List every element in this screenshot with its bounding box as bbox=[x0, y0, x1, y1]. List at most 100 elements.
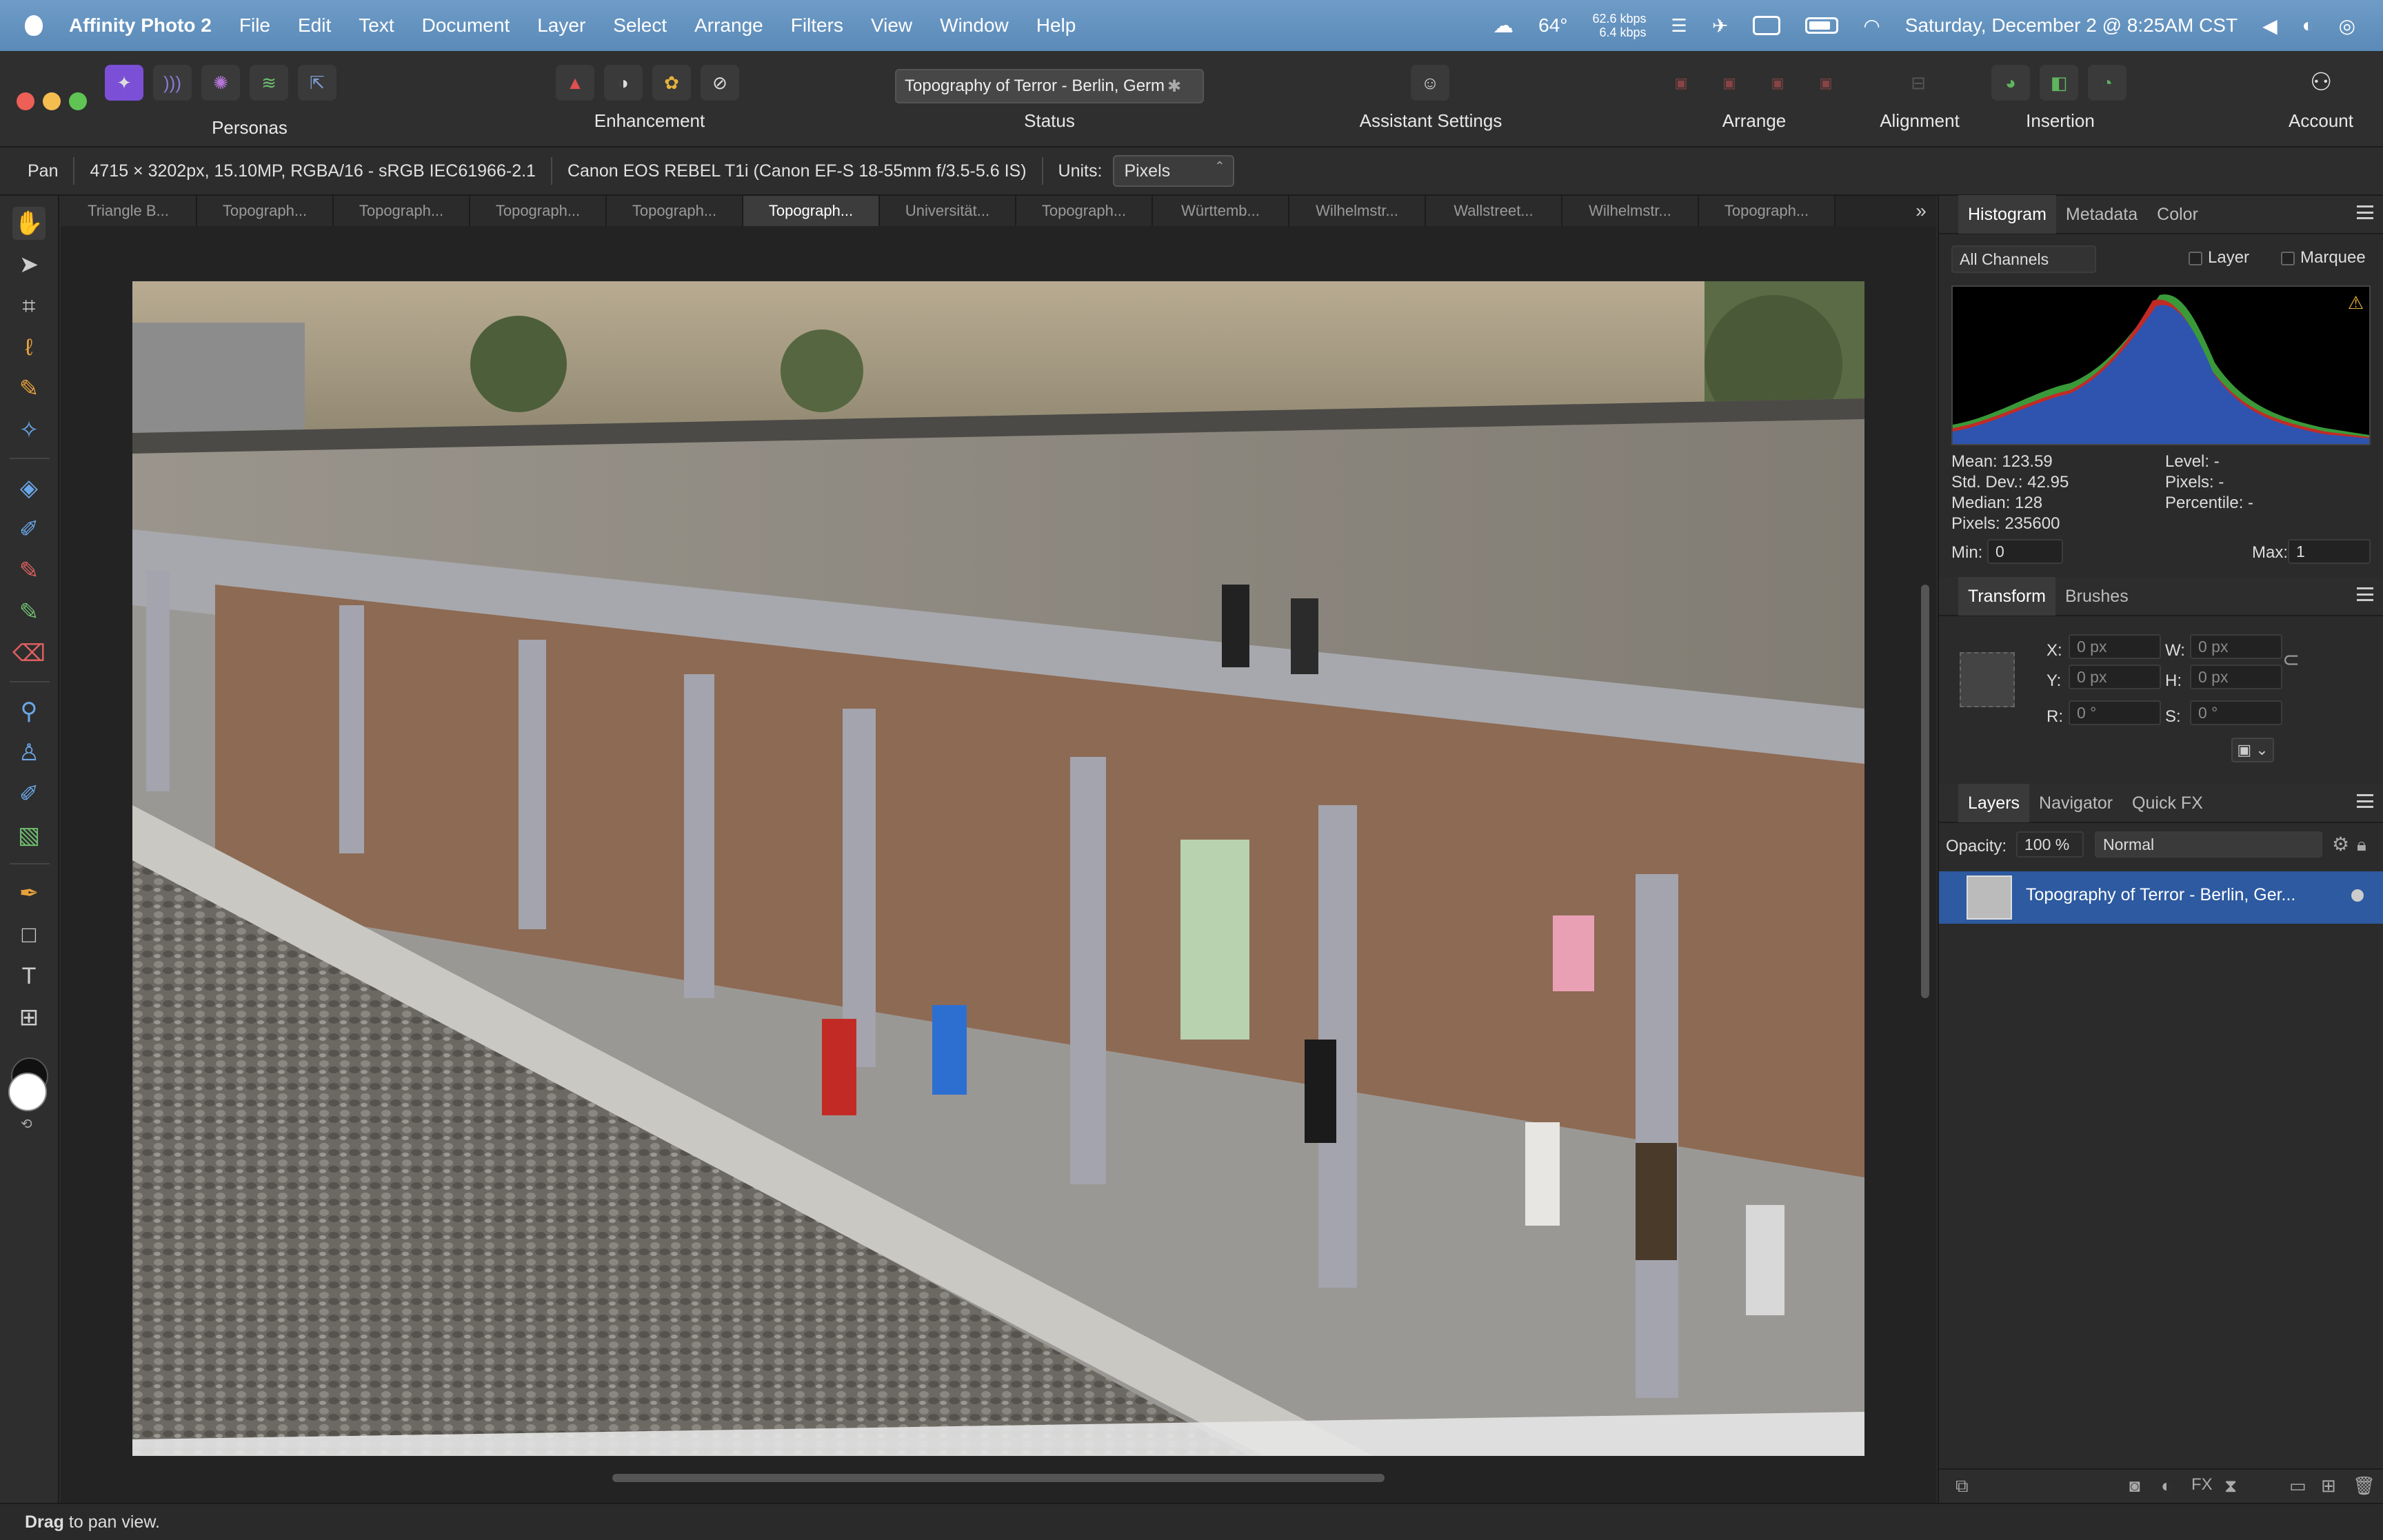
doc-tab-active[interactable]: Topograph... bbox=[743, 196, 880, 226]
panel-menu-icon[interactable] bbox=[2357, 205, 2373, 219]
primary-color-swatch[interactable] bbox=[8, 1073, 47, 1111]
max-field[interactable]: 1 bbox=[2288, 539, 2371, 564]
menu-edit[interactable]: Edit bbox=[298, 14, 331, 37]
document-photo[interactable] bbox=[132, 281, 1864, 1456]
menu-view[interactable]: View bbox=[871, 14, 912, 37]
x-field[interactable]: 0 px bbox=[2069, 634, 2161, 659]
tab-histogram[interactable]: Histogram bbox=[1958, 195, 2056, 234]
min-field[interactable]: 0 bbox=[1987, 539, 2063, 564]
doc-tab[interactable]: Topograph... bbox=[1699, 196, 1836, 226]
transform-origin-button[interactable]: ▣ ⌄ bbox=[2231, 738, 2274, 762]
fill-tool-icon[interactable]: ◈ bbox=[12, 472, 46, 505]
flood-select-icon[interactable]: ✎ bbox=[12, 372, 46, 405]
warning-icon[interactable]: ⚠ bbox=[2348, 292, 2364, 314]
crop-tool-icon[interactable]: ⌗ bbox=[12, 290, 46, 323]
y-field[interactable]: 0 px bbox=[2069, 665, 2161, 689]
clone-tool-icon[interactable]: ♙ bbox=[12, 736, 46, 769]
live-filter-icon[interactable]: FX bbox=[2191, 1475, 2213, 1495]
doc-tab[interactable]: Universität... bbox=[880, 196, 1016, 226]
eraser-tool-icon[interactable]: ⌫ bbox=[12, 637, 46, 670]
shear-field[interactable]: 0 ° bbox=[2190, 700, 2282, 725]
tab-navigator[interactable]: Navigator bbox=[2029, 784, 2122, 822]
export-persona-icon[interactable]: ⇱ bbox=[298, 65, 336, 101]
arrange-back-icon[interactable]: ▣ bbox=[1807, 65, 1845, 101]
doc-tab[interactable]: Topograph... bbox=[607, 196, 743, 226]
close-window-button[interactable] bbox=[17, 92, 34, 110]
auto-white-balance-icon[interactable]: ⊘ bbox=[701, 65, 739, 101]
swap-colors-icon[interactable]: ⟲ bbox=[21, 1115, 32, 1133]
siri-icon[interactable]: ◎ bbox=[2339, 14, 2355, 37]
menu-layer[interactable]: Layer bbox=[537, 14, 585, 37]
menu-document[interactable]: Document bbox=[422, 14, 510, 37]
pen-tool-icon[interactable]: ✒ bbox=[12, 877, 46, 910]
healing-brush-icon[interactable]: ✐ bbox=[12, 778, 46, 811]
link-aspect-icon[interactable]: ⊂ bbox=[2282, 648, 2300, 672]
horizontal-scrollbar[interactable] bbox=[612, 1474, 1385, 1482]
opacity-field[interactable]: 100 % bbox=[2016, 831, 2084, 858]
weather-icon[interactable]: ☁ bbox=[1493, 14, 1514, 38]
move-tool-icon[interactable]: ➤ bbox=[12, 248, 46, 281]
control-center-icon[interactable]: ◐ bbox=[2302, 14, 2314, 37]
layer-duplicate-icon[interactable]: ⧉ bbox=[1955, 1475, 1969, 1497]
more-tabs-icon[interactable]: » bbox=[1906, 196, 1936, 226]
gear-icon[interactable]: ⚙ bbox=[2332, 833, 2349, 855]
tab-metadata[interactable]: Metadata bbox=[2056, 195, 2147, 234]
mask-layer-icon[interactable]: ◙ bbox=[2129, 1475, 2140, 1497]
doc-tab[interactable]: Topograph... bbox=[334, 196, 470, 226]
menu-window[interactable]: Window bbox=[940, 14, 1009, 37]
brush-tool-icon[interactable]: ✐ bbox=[12, 513, 46, 546]
screen-mirror-icon[interactable] bbox=[1753, 16, 1781, 35]
arrange-backward-icon[interactable]: ▣ bbox=[1758, 65, 1797, 101]
layer-row[interactable]: Topography of Terror - Berlin, Ger... bbox=[1939, 871, 2383, 924]
magic-wand-icon[interactable]: ✧ bbox=[12, 414, 46, 447]
mesh-warp-icon[interactable]: ⊞ bbox=[12, 1001, 46, 1034]
liquify-persona-icon[interactable]: ))) bbox=[153, 65, 192, 101]
tab-quick-fx[interactable]: Quick FX bbox=[2122, 784, 2213, 822]
rectangle-tool-icon[interactable]: □ bbox=[12, 918, 46, 951]
anchor-point-selector[interactable] bbox=[1960, 652, 2015, 707]
pixel-brush-icon[interactable]: ✎ bbox=[12, 596, 46, 629]
tone-mapping-persona-icon[interactable]: ≋ bbox=[250, 65, 288, 101]
arrange-forward-icon[interactable]: ▣ bbox=[1710, 65, 1749, 101]
tab-brushes[interactable]: Brushes bbox=[2055, 577, 2138, 616]
develop-persona-icon[interactable]: ✺ bbox=[201, 65, 240, 101]
menu-filters[interactable]: Filters bbox=[791, 14, 843, 37]
add-pixel-layer-icon[interactable]: ⊞ bbox=[2321, 1475, 2336, 1497]
zoom-window-button[interactable] bbox=[69, 92, 87, 110]
menu-file[interactable]: File bbox=[239, 14, 270, 37]
menubar-clock[interactable]: Saturday, December 2 @ 8:25AM CST bbox=[1905, 14, 2238, 37]
battery-icon[interactable] bbox=[1805, 17, 1839, 34]
volume-icon[interactable]: ◀ bbox=[2262, 14, 2278, 37]
doc-tab[interactable]: Triangle B... bbox=[61, 196, 197, 226]
channel-select[interactable]: All Channels bbox=[1951, 245, 2096, 273]
layer-visibility-icon[interactable] bbox=[2351, 889, 2364, 902]
adjustment-layer-icon[interactable]: ◐ bbox=[2161, 1475, 2172, 1497]
panel-menu-icon[interactable] bbox=[2357, 587, 2373, 601]
blemish-tool-icon[interactable]: ▧ bbox=[12, 819, 46, 852]
doc-tab[interactable]: Topograph... bbox=[1016, 196, 1153, 226]
units-select[interactable]: Pixels bbox=[1113, 155, 1235, 187]
weather-temp[interactable]: 64° bbox=[1538, 14, 1567, 37]
account-icon[interactable]: ⚇ bbox=[2310, 68, 2332, 97]
tab-layers[interactable]: Layers bbox=[1958, 784, 2030, 822]
selection-brush-icon[interactable]: ℓ bbox=[12, 331, 46, 364]
trash-icon[interactable]: 🗑︎ bbox=[2353, 1475, 2375, 1497]
menu-text[interactable]: Text bbox=[359, 14, 394, 37]
document-title-field[interactable]: Topography of Terror - Berlin, Germ ✱ bbox=[895, 69, 1204, 103]
insert-inside-icon[interactable]: ◕ bbox=[1991, 65, 2030, 101]
bird-icon[interactable]: ✈ bbox=[1712, 14, 1728, 37]
alignment-icon[interactable]: ⊟ bbox=[1899, 65, 1938, 101]
w-field[interactable]: 0 px bbox=[2190, 634, 2282, 659]
panel-menu-icon[interactable] bbox=[2357, 794, 2373, 808]
marquee-checkbox[interactable]: Marquee bbox=[2281, 248, 2366, 267]
auto-contrast-icon[interactable]: ◑ bbox=[604, 65, 643, 101]
bars-icon[interactable]: ☰ bbox=[1671, 15, 1687, 37]
dodge-tool-icon[interactable]: ⚲ bbox=[12, 695, 46, 728]
arrange-front-icon[interactable]: ▣ bbox=[1662, 65, 1700, 101]
h-field[interactable]: 0 px bbox=[2190, 665, 2282, 689]
lock-icon[interactable]: 🔒︎ bbox=[2357, 834, 2366, 856]
wifi-icon[interactable]: ◠ bbox=[1863, 14, 1880, 37]
tab-color[interactable]: Color bbox=[2147, 195, 2208, 234]
levels-icon[interactable]: ▲ bbox=[556, 65, 594, 101]
network-stats[interactable]: 62.6 kbps 6.4 kbps bbox=[1592, 12, 1646, 39]
